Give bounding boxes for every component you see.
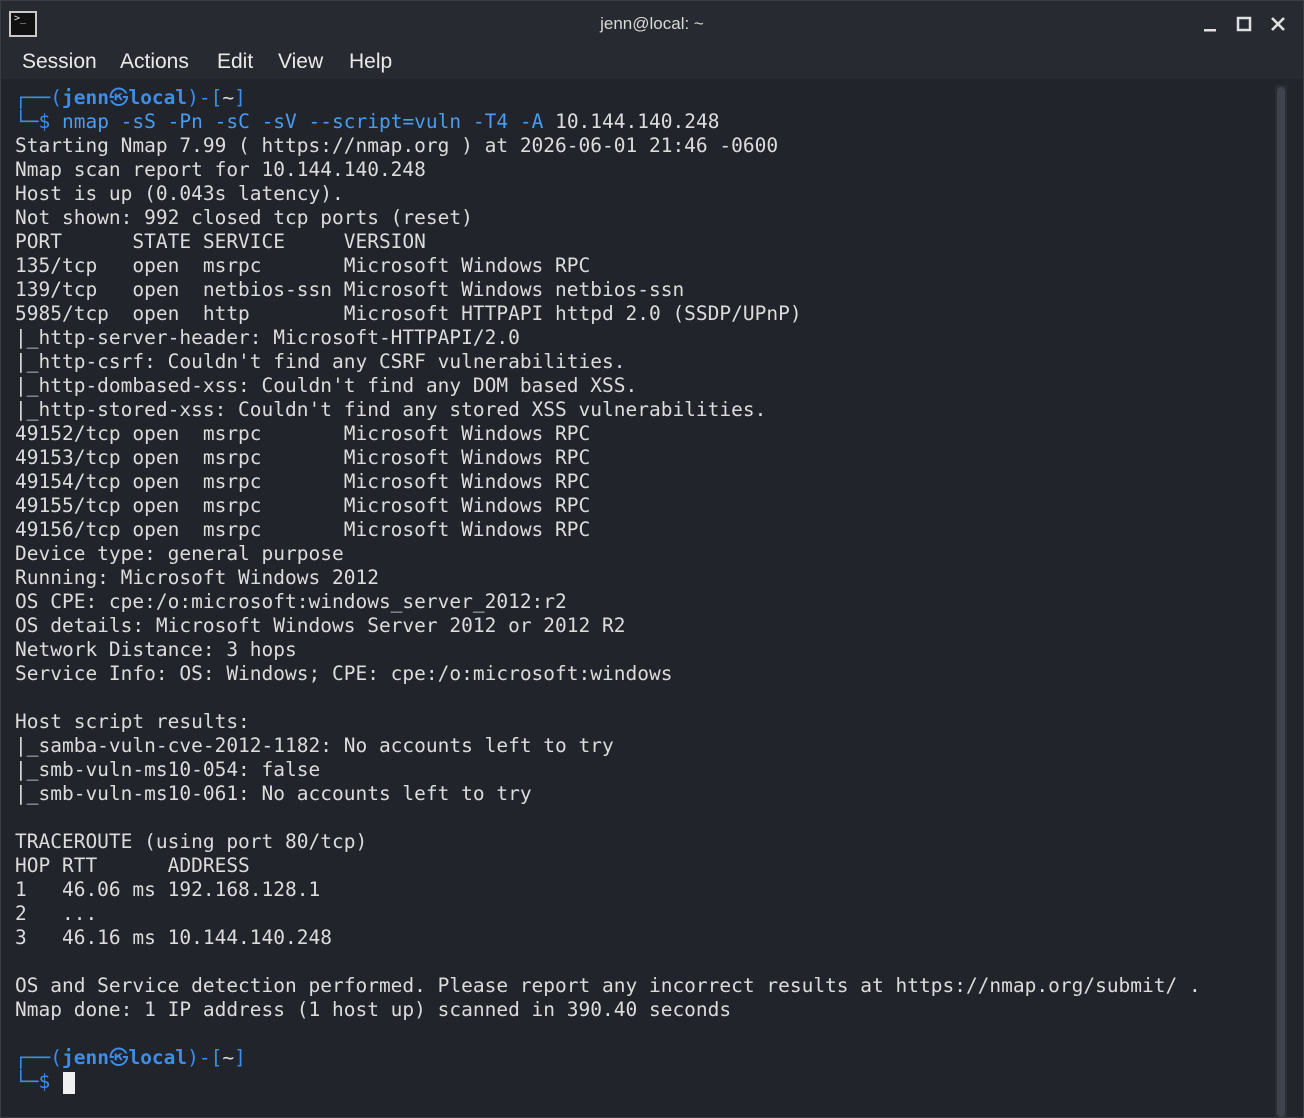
scrollbar[interactable] [1275,85,1287,1117]
output-line: 3 46.16 ms 10.144.140.248 [15,926,332,949]
output-line: 49152/tcp open msrpc Microsoft Windows R… [15,422,591,445]
output-line: Host script results: [15,710,250,733]
prompt-host: local [128,86,188,109]
window-title: jenn@local: ~ [600,14,704,33]
minimize-icon[interactable] [1199,13,1221,35]
output-line: 49153/tcp open msrpc Microsoft Windows R… [15,446,591,469]
command-line: └─$ [15,1070,51,1093]
menu-actions[interactable]: Actions [120,49,189,79]
output-line: 5985/tcp open http Microsoft HTTPAPI htt… [15,302,802,325]
output-line: Nmap scan report for 10.144.140.248 [15,158,426,181]
output-line: Running: Microsoft Windows 2012 [15,566,379,589]
prompt-user: jenn [61,1046,109,1069]
output-line: |_http-server-header: Microsoft-HTTPAPI/… [15,326,520,349]
output-line: OS CPE: cpe:/o:microsoft:windows_server_… [15,590,567,613]
output-line: |_http-csrf: Couldn't find any CSRF vuln… [15,350,626,373]
output-line: |_http-dombased-xss: Couldn't find any D… [15,374,638,397]
output-line: 1 46.06 ms 192.168.128.1 [15,878,321,901]
scrollbar-thumb[interactable] [1277,87,1285,1117]
prompt-host: local [128,1046,188,1069]
output-line: 139/tcp open netbios-ssn Microsoft Windo… [15,278,685,301]
output-line: 49154/tcp open msrpc Microsoft Windows R… [15,470,591,493]
output-line: Service Info: OS: Windows; CPE: cpe:/o:m… [15,662,673,685]
output-line: 2 ... [15,902,98,925]
close-icon[interactable] [1267,13,1289,35]
title-bar[interactable]: >_ jenn@local: ~ [1,1,1303,49]
prompt-user: jenn [61,86,109,109]
menu-view[interactable]: View [278,49,323,79]
output-line: Starting Nmap 7.99 ( https://nmap.org ) … [15,134,779,157]
menu-help[interactable]: Help [349,49,392,79]
output-line: 135/tcp open msrpc Microsoft Windows RPC [15,254,591,277]
output-line: OS and Service detection performed. Plea… [15,974,1201,997]
output-line: TRACEROUTE (using port 80/tcp) [15,830,368,853]
output-line: |_smb-vuln-ms10-061: No accounts left to… [15,782,532,805]
command-text: nmap -sS -Pn -sC -sV --script=vuln -T4 -… [61,110,544,133]
output-line: |_smb-vuln-ms10-054: false [15,758,321,781]
prompt-dir: ~ [222,1046,235,1069]
output-line: 49155/tcp open msrpc Microsoft Windows R… [15,494,591,517]
output-line: 49156/tcp open msrpc Microsoft Windows R… [15,518,591,541]
output-line: Not shown: 992 closed tcp ports (reset) [15,206,473,229]
prompt-line: ┌──(jenn㉿local)-[~] [15,86,246,109]
menu-edit[interactable]: Edit [217,49,253,79]
menu-bar: Session Actions Edit View Help [1,49,1303,79]
output-line: |_samba-vuln-cve-2012-1182: No accounts … [15,734,614,757]
output-line: Host is up (0.043s latency). [15,182,344,205]
prompt-dir: ~ [222,86,235,109]
output-line: Network Distance: 3 hops [15,638,297,661]
output-line: |_http-stored-xss: Couldn't find any sto… [15,398,767,421]
command-target: 10.144.140.248 [555,110,720,133]
output-line: OS details: Microsoft Windows Server 201… [15,614,626,637]
command-line: └─$ nmap -sS -Pn -sC -sV --script=vuln -… [15,110,720,133]
text-cursor [63,1072,75,1094]
output-line: PORT STATE SERVICE VERSION [15,230,426,253]
output-line: Nmap done: 1 IP address (1 host up) scan… [15,998,732,1021]
maximize-icon[interactable] [1233,13,1255,35]
output-line: Device type: general purpose [15,542,344,565]
prompt-line: ┌──(jenn㉿local)-[~] [15,1046,246,1069]
menu-session[interactable]: Session [22,49,97,79]
output-line: HOP RTT ADDRESS [15,854,250,877]
terminal-window: >_ jenn@local: ~ Session Actions Edit Vi… [0,0,1304,1118]
